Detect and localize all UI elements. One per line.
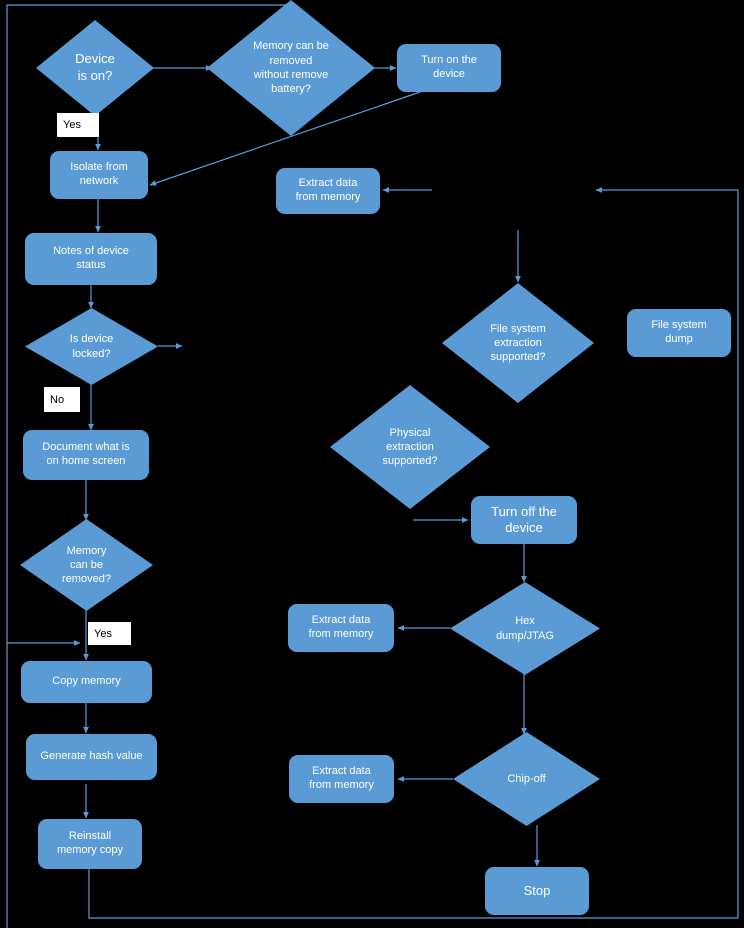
node-file-system-dump-label: File system dump — [651, 319, 707, 345]
edge-label-no-device-locked-text: No — [50, 393, 65, 406]
node-extract-data-hex-label: Extract data from memory — [308, 614, 374, 640]
node-extract-data-hex[interactable]: Extract data from memory — [288, 604, 394, 652]
node-hex-dump-jtag[interactable]: Hex dump/JTAG — [450, 582, 600, 675]
node-stop[interactable]: Stop — [485, 867, 589, 915]
node-turn-on-device-label: Turn on the device — [421, 54, 477, 80]
node-isolate-from-network[interactable]: Isolate from network — [50, 151, 148, 199]
node-generate-hash-value-label: Generate hash value — [40, 750, 143, 763]
node-stop-label: Stop — [523, 882, 551, 898]
edge-label-yes-memory-removed-text: Yes — [94, 627, 112, 640]
edge-label-no-device-locked: No — [44, 387, 80, 412]
node-reinstall-memory-copy-label: Reinstall memory copy — [56, 830, 124, 856]
node-extract-data-chipoff[interactable]: Extract data from memory — [289, 755, 394, 803]
node-copy-memory[interactable]: Copy memory — [21, 661, 152, 703]
node-reinstall-memory-copy[interactable]: Reinstall memory copy — [38, 819, 142, 869]
node-turn-off-device[interactable]: Turn off the device — [471, 496, 577, 544]
flowchart-canvas: Device is on? Memory can be removed with… — [0, 0, 744, 928]
node-device-on[interactable]: Device is on? — [36, 20, 154, 116]
node-turn-off-device-label: Turn off the device — [491, 503, 557, 535]
node-memory-can-be-removed-label: Memory can be removed? — [62, 544, 111, 586]
node-is-device-locked[interactable]: Is device locked? — [25, 308, 158, 385]
node-device-on-label: Device is on? — [75, 51, 115, 83]
node-extract-data-top-label: Extract data from memory — [295, 177, 361, 203]
node-physical-extraction-label: Physical extraction supported? — [382, 426, 438, 468]
node-notes-of-device-status-label: Notes of device status — [53, 245, 129, 271]
node-hex-dump-jtag-label: Hex dump/JTAG — [496, 615, 554, 642]
node-turn-on-device[interactable]: Turn on the device — [397, 44, 501, 92]
node-isolate-from-network-label: Isolate from network — [70, 161, 128, 187]
edge-label-yes-memory-removed: Yes — [88, 622, 131, 645]
node-physical-extraction[interactable]: Physical extraction supported? — [330, 385, 490, 509]
node-memory-can-be-removed[interactable]: Memory can be removed? — [20, 519, 153, 611]
node-extract-data-top[interactable]: Extract data from memory — [276, 168, 380, 214]
node-memory-no-battery[interactable]: Memory can be removed without remove bat… — [207, 0, 375, 136]
node-document-home-screen[interactable]: Document what is on home screen — [23, 430, 149, 480]
node-file-system-dump[interactable]: File system dump — [627, 309, 731, 357]
node-generate-hash-value[interactable]: Generate hash value — [26, 734, 157, 780]
edge-reinstall-to-bottom-rail — [88, 868, 738, 919]
node-chip-off-label: Chip-off — [507, 772, 546, 785]
node-extract-data-chipoff-label: Extract data from memory — [309, 765, 374, 791]
node-is-device-locked-label: Is device locked? — [69, 333, 114, 360]
node-notes-of-device-status[interactable]: Notes of device status — [25, 233, 157, 285]
node-memory-no-battery-label: Memory can be removed without remove bat… — [253, 40, 329, 96]
node-chip-off[interactable]: Chip-off — [453, 732, 600, 826]
node-document-home-screen-label: Document what is on home screen — [42, 441, 130, 467]
node-copy-memory-label: Copy memory — [52, 675, 121, 688]
edge-label-yes-device-on: Yes — [57, 113, 99, 137]
edge-label-yes-device-on-text: Yes — [63, 119, 81, 131]
